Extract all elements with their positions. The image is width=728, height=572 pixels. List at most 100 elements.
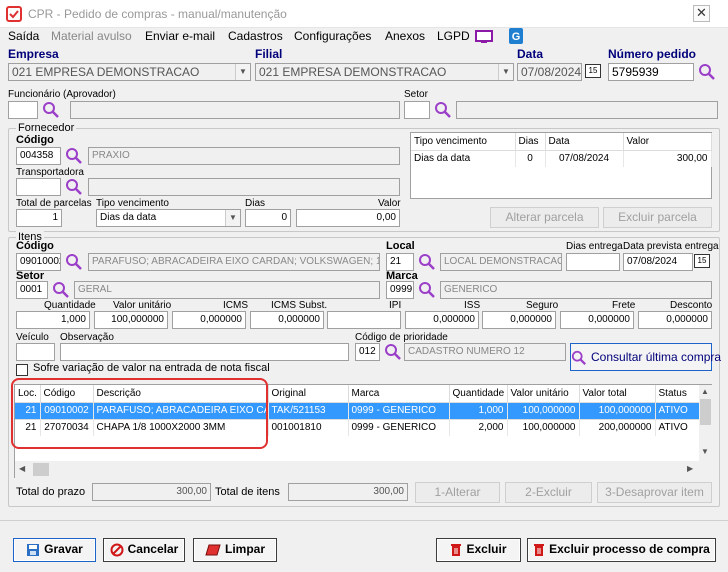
total-parcelas-field[interactable]: 1	[16, 209, 62, 227]
table-cell: 200,000000	[579, 418, 656, 436]
window-title: CPR - Pedido de compras - manual/manuten…	[28, 7, 287, 21]
search-icon[interactable]	[418, 253, 436, 271]
scroll-down-icon[interactable]: ▼	[701, 447, 709, 456]
chevron-down-icon[interactable]: ▼	[235, 64, 250, 80]
local-code-field[interactable]: 21	[386, 253, 414, 271]
icms-field[interactable]: 0,000000	[172, 311, 246, 329]
column-header[interactable]: Marca	[348, 385, 450, 403]
item-codigo-field[interactable]: 09010002	[16, 253, 61, 271]
marca-code-field[interactable]: 0999	[386, 281, 414, 299]
veiculo-field[interactable]	[16, 343, 55, 361]
limpar-button[interactable]: Limpar	[193, 538, 277, 562]
column-header[interactable]: Valor unitário	[507, 385, 580, 403]
excluir-button[interactable]: Excluir	[436, 538, 521, 562]
calendar-icon[interactable]: 15	[694, 254, 710, 268]
consultar-ultima-compra-button[interactable]: Consultar última compra	[570, 343, 721, 371]
scrollbar-thumb[interactable]	[700, 399, 711, 425]
alterar-item-button[interactable]: 1-Alterar	[415, 482, 500, 503]
column-header[interactable]: Original	[268, 385, 349, 403]
observacao-field[interactable]	[60, 343, 349, 361]
dias-entrega-field[interactable]	[566, 253, 620, 271]
search-icon[interactable]	[52, 281, 70, 299]
menu-anexos[interactable]: Anexos	[385, 29, 425, 43]
blank-value-field[interactable]	[327, 311, 401, 329]
search-icon[interactable]	[418, 281, 436, 299]
close-button[interactable]: ✕	[693, 5, 710, 22]
search-icon[interactable]	[65, 253, 83, 271]
desaprovar-item-button[interactable]: 3-Desaprovar item	[597, 482, 712, 503]
cancelar-button[interactable]: Cancelar	[103, 538, 185, 562]
search-icon[interactable]	[42, 101, 60, 119]
search-icon[interactable]	[434, 101, 452, 119]
iss-field[interactable]: 0,000000	[482, 311, 556, 329]
column-header[interactable]: Status	[655, 385, 700, 403]
data-field[interactable]: 07/08/2024	[517, 63, 582, 81]
numero-pedido-label: Número pedido	[608, 47, 697, 61]
ipi-field[interactable]: 0,000000	[405, 311, 479, 329]
column-header[interactable]: Tipo vencimento	[411, 133, 516, 151]
funcionario-code-field[interactable]	[8, 101, 38, 119]
monitor-icon[interactable]	[475, 30, 493, 44]
transportadora-code-field[interactable]	[16, 178, 61, 196]
empresa-select[interactable]: 021 EMPRESA DEMONSTRACAO ▼	[8, 63, 251, 81]
prioridade-code-field[interactable]: 012	[355, 343, 380, 361]
menu-cadastros[interactable]: Cadastros	[228, 29, 283, 43]
horizontal-scrollbar[interactable]: ◀ ▶	[15, 461, 712, 478]
excluir-parcela-button[interactable]: Excluir parcela	[603, 207, 712, 228]
quantidade-field[interactable]: 1,000	[16, 311, 90, 329]
fornecedor-codigo-field[interactable]: 004358	[16, 147, 61, 165]
scroll-right-icon[interactable]: ▶	[687, 464, 693, 473]
table-cell: Dias da data	[411, 150, 516, 167]
scrollbar-thumb[interactable]	[33, 463, 49, 476]
item-setor-field[interactable]: 0001	[16, 281, 48, 299]
search-icon[interactable]	[698, 63, 716, 81]
table-row[interactable]: Dias da data 0 07/08/2024 300,00	[411, 150, 712, 167]
menu-lgpd[interactable]: LGPD	[437, 29, 470, 43]
column-header[interactable]: Data	[545, 133, 624, 151]
column-header[interactable]: Valor total	[579, 385, 656, 403]
dias-field[interactable]: 0	[245, 209, 291, 227]
transportadora-label: Transportadora	[16, 167, 84, 178]
icms-subst-field[interactable]: 0,000000	[250, 311, 324, 329]
tipo-vencimento-label: Tipo vencimento	[96, 198, 169, 209]
setor-code-field[interactable]	[404, 101, 430, 119]
transportadora-name-field	[88, 178, 400, 196]
data-prevista-field[interactable]: 07/08/2024	[623, 253, 693, 271]
search-icon[interactable]	[65, 178, 83, 196]
ipi-label: IPI	[389, 300, 402, 311]
column-header[interactable]: Dias	[515, 133, 546, 151]
menu-saida[interactable]: Saída	[8, 29, 39, 43]
menu-material-avulso[interactable]: Material avulso	[51, 29, 132, 43]
scroll-left-icon[interactable]: ◀	[19, 464, 25, 473]
table-cell: 300,00	[623, 150, 712, 167]
search-icon[interactable]	[384, 343, 402, 361]
excluir-label: Excluir	[466, 542, 507, 556]
excluir-item-button[interactable]: 2-Excluir	[505, 482, 592, 503]
menu-configuracoes[interactable]: Configurações	[294, 29, 371, 43]
menu-enviar-email[interactable]: Enviar e-mail	[145, 29, 215, 43]
valor-unitario-field[interactable]: 100,000000	[94, 311, 168, 329]
gravar-button[interactable]: Gravar	[13, 538, 96, 562]
table-cell: 0	[515, 150, 546, 167]
alterar-parcela-button[interactable]: Alterar parcela	[490, 207, 599, 228]
filial-select[interactable]: 021 EMPRESA DEMONSTRACAO ▼	[255, 63, 514, 81]
valor-field[interactable]: 0,00	[296, 209, 400, 227]
gravar-label: Gravar	[44, 542, 83, 556]
frete-field[interactable]: 0,000000	[638, 311, 712, 329]
g-app-icon[interactable]: G	[509, 28, 523, 44]
chevron-down-icon[interactable]: ▼	[225, 210, 240, 226]
sofre-variacao-checkbox[interactable]	[16, 364, 28, 376]
column-header[interactable]: Valor	[623, 133, 712, 151]
marca-desc-field: GENERICO	[440, 281, 712, 299]
seguro-field[interactable]: 0,000000	[560, 311, 634, 329]
calendar-icon[interactable]: 15	[585, 64, 601, 78]
column-header[interactable]: Quantidade	[449, 385, 508, 403]
tipo-vencimento-select[interactable]: Dias da data ▼	[96, 209, 241, 227]
chevron-down-icon[interactable]: ▼	[498, 64, 513, 80]
excluir-processo-button[interactable]: Excluir processo de compra	[527, 538, 716, 562]
search-icon[interactable]	[65, 147, 83, 165]
vertical-scrollbar[interactable]: ▲ ▼	[699, 385, 712, 461]
parcelas-grid[interactable]: Tipo vencimento Dias Data Valor Dias da …	[410, 132, 712, 199]
numero-pedido-field[interactable]: 5795939	[608, 63, 694, 81]
scroll-up-icon[interactable]: ▲	[701, 387, 709, 396]
